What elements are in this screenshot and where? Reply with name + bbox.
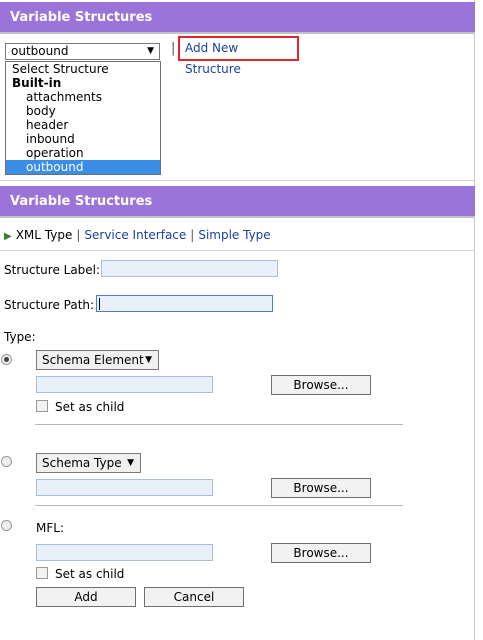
separator: | <box>171 41 176 56</box>
dropdown-option[interactable]: attachments <box>6 90 160 104</box>
tab-simple-type[interactable]: Simple Type <box>198 228 270 242</box>
dropdown-option[interactable]: body <box>6 104 160 118</box>
structure-label-input[interactable] <box>101 260 278 277</box>
add-button[interactable]: Add <box>36 587 136 607</box>
mfl-radio[interactable] <box>1 520 12 531</box>
schema-element-input[interactable] <box>36 376 213 393</box>
cancel-button[interactable]: Cancel <box>144 587 244 607</box>
tab-xml-type[interactable]: XML Type <box>16 228 73 242</box>
dropdown-arrow-icon: ▼ <box>147 46 154 56</box>
structure-select-value: outbound <box>11 44 69 58</box>
structure-dropdown-list: Select Structure Built-in attachments body h… <box>5 61 161 175</box>
dropdown-group-label: Built-in <box>12 76 62 90</box>
type-tabs: ▶ XML Type | Service Interface | Simple Type <box>4 228 271 242</box>
type-label: Type: <box>4 330 36 344</box>
text-caret <box>99 298 100 310</box>
separator: | <box>190 228 195 242</box>
play-icon: ▶ <box>4 231 12 242</box>
set-as-child-checkbox[interactable] <box>36 567 48 579</box>
set-as-child-label: Set as child <box>55 400 125 414</box>
browse-button[interactable]: Browse... <box>271 478 371 498</box>
schema-element-select-value: Schema Element <box>42 353 144 367</box>
dropdown-option[interactable]: operation <box>6 146 160 160</box>
schema-element-select[interactable]: Schema Element ▼ <box>36 350 159 370</box>
set-as-child-checkbox[interactable] <box>36 400 48 412</box>
dropdown-arrow-icon: ▼ <box>127 458 134 468</box>
add-new-structure-link[interactable]: Add New Structure <box>178 36 299 76</box>
structure-label-label: Structure Label: <box>4 263 101 277</box>
divider <box>0 180 474 181</box>
set-as-child-label: Set as child <box>55 567 125 581</box>
structure-path-input[interactable] <box>96 295 273 312</box>
structure-select[interactable]: outbound ▼ <box>5 43 160 60</box>
schema-type-input[interactable] <box>36 479 213 496</box>
dropdown-option[interactable]: header <box>6 118 160 132</box>
tab-service-interface[interactable]: Service Interface <box>84 228 186 242</box>
divider <box>35 505 403 506</box>
bottom-panel-title: Variable Structures <box>0 186 475 218</box>
dropdown-option[interactable]: outbound <box>6 160 160 174</box>
dropdown-option[interactable]: inbound <box>6 132 160 146</box>
structure-path-label: Structure Path: <box>4 298 95 312</box>
schema-element-radio[interactable] <box>1 354 12 365</box>
panel-border <box>474 0 475 640</box>
schema-type-select[interactable]: Schema Type ▼ <box>36 453 141 473</box>
schema-type-select-value: Schema Type <box>42 456 122 470</box>
browse-button[interactable]: Browse... <box>271 375 371 395</box>
mfl-input[interactable] <box>36 544 213 561</box>
dropdown-option[interactable]: Select Structure <box>6 62 160 76</box>
page: Variable Structures outbound ▼ | Add New… <box>0 0 483 640</box>
divider <box>35 424 403 425</box>
browse-button[interactable]: Browse... <box>271 543 371 563</box>
mfl-label: MFL: <box>36 521 64 535</box>
top-panel-title: Variable Structures <box>0 2 475 34</box>
separator: | <box>76 228 81 242</box>
dropdown-arrow-icon: ▼ <box>145 355 152 365</box>
divider <box>0 250 474 251</box>
schema-type-radio[interactable] <box>1 456 12 467</box>
